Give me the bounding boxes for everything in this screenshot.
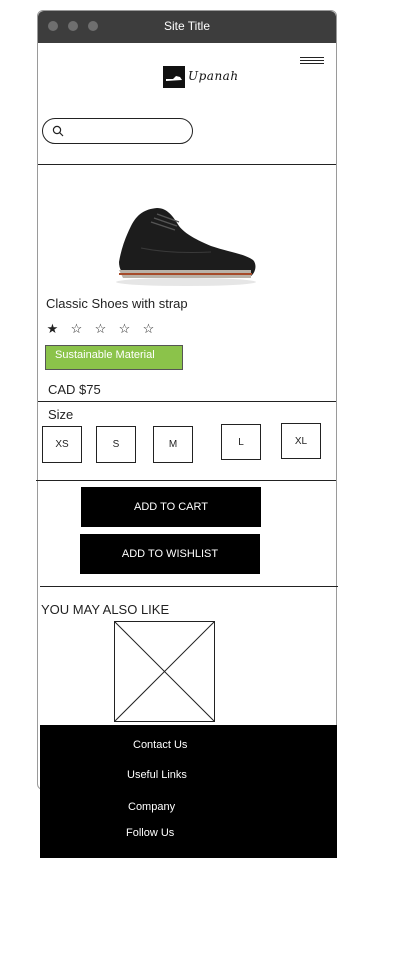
divider bbox=[40, 586, 338, 587]
size-option-xl[interactable]: XL bbox=[281, 423, 321, 459]
size-option-s[interactable]: S bbox=[96, 426, 136, 463]
divider bbox=[38, 401, 336, 402]
product-name: Classic Shoes with strap bbox=[46, 296, 188, 311]
shoe-logo-icon bbox=[163, 66, 185, 88]
footer: Contact Us Useful Links Company Follow U… bbox=[40, 725, 337, 858]
footer-link-contact[interactable]: Contact Us bbox=[133, 739, 187, 751]
divider bbox=[36, 480, 336, 481]
browser-window: Site Title Upanah Classic Shoes with str… bbox=[36, 10, 338, 790]
footer-link-follow-us[interactable]: Follow Us bbox=[126, 827, 174, 839]
star-empty-icon[interactable]: ☆ bbox=[94, 322, 107, 335]
divider bbox=[38, 164, 336, 165]
product-image[interactable] bbox=[111, 196, 261, 291]
logo-text: Upanah bbox=[188, 69, 239, 83]
size-option-l[interactable]: L bbox=[221, 424, 261, 460]
star-empty-icon[interactable]: ☆ bbox=[70, 322, 83, 335]
hamburger-menu-icon[interactable] bbox=[300, 57, 324, 67]
size-option-xs[interactable]: XS bbox=[42, 426, 82, 463]
product-price: CAD $75 bbox=[48, 382, 101, 397]
search-icon bbox=[52, 125, 64, 137]
size-label: Size bbox=[48, 407, 74, 422]
title-bar: Site Title bbox=[38, 11, 336, 43]
add-to-cart-button[interactable]: ADD TO CART bbox=[81, 487, 261, 527]
rating-stars[interactable]: ★ ☆ ☆ ☆ ☆ bbox=[46, 322, 155, 335]
star-filled-icon[interactable]: ★ bbox=[46, 322, 59, 335]
footer-link-useful-links[interactable]: Useful Links bbox=[127, 769, 187, 781]
footer-link-company[interactable]: Company bbox=[128, 801, 175, 813]
star-empty-icon[interactable]: ☆ bbox=[118, 322, 131, 335]
recommendations-heading: YOU MAY ALSO LIKE bbox=[41, 602, 170, 617]
window-title: Site Title bbox=[163, 19, 211, 33]
brand-logo[interactable]: Upanah bbox=[163, 66, 238, 90]
star-empty-icon[interactable]: ☆ bbox=[142, 322, 155, 335]
size-option-m[interactable]: M bbox=[153, 426, 193, 463]
image-placeholder-icon[interactable] bbox=[114, 621, 215, 722]
search-input[interactable] bbox=[42, 118, 193, 144]
add-to-wishlist-button[interactable]: ADD TO WISHLIST bbox=[80, 534, 260, 574]
shoe-icon bbox=[116, 208, 256, 286]
sustainable-badge: Sustainable Material bbox=[45, 345, 183, 370]
